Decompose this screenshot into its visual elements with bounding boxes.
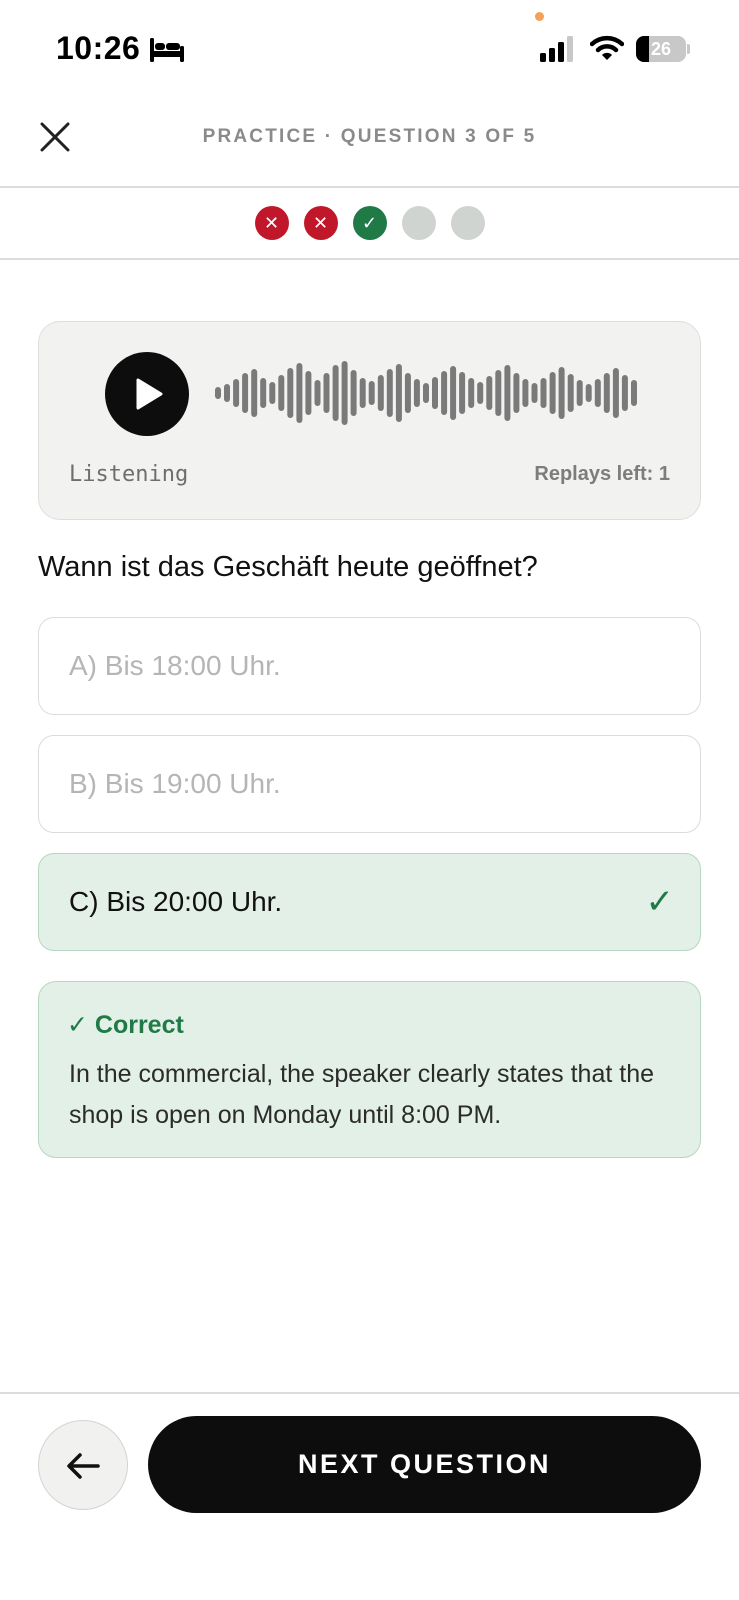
waveform-bar xyxy=(323,373,330,413)
waveform-bar xyxy=(486,376,493,410)
answer-option-label: C) Bis 20:00 Uhr. xyxy=(69,886,283,917)
waveform-bar xyxy=(495,370,502,416)
footer-divider xyxy=(0,1392,739,1394)
privacy-indicator-dot xyxy=(535,12,544,21)
page-title: PRACTICE · QUESTION 3 OF 5 xyxy=(202,126,537,147)
waveform-bar xyxy=(233,379,240,407)
progress-dot-4 xyxy=(401,206,436,240)
waveform-bar xyxy=(296,363,303,423)
status-time: 10:26 xyxy=(56,30,141,66)
waveform-bar xyxy=(404,373,411,413)
answer-option-a[interactable]: A) Bis 18:00 Uhr. xyxy=(38,617,701,715)
waveform-bar xyxy=(432,377,438,409)
answer-option-label: B) Bis 19:00 Uhr. xyxy=(69,768,281,799)
waveform-bar xyxy=(558,367,565,419)
cellular-signal-icon xyxy=(540,36,573,62)
progress-dot-5 xyxy=(450,206,485,240)
status-bar: 10:26 26 xyxy=(0,0,739,96)
waveform-bar xyxy=(531,383,538,403)
replays-left-label: Replays left: 1 xyxy=(534,463,670,485)
waveform-bar xyxy=(305,371,312,415)
waveform-bar xyxy=(413,379,420,407)
waveform-bar xyxy=(594,379,601,407)
waveform-bar xyxy=(423,383,429,403)
waveform-bar xyxy=(549,372,556,414)
waveform-bar xyxy=(603,373,610,413)
waveform-bar xyxy=(278,375,285,411)
waveform-bar xyxy=(513,373,520,413)
waveform-bar xyxy=(251,369,258,417)
progress-dots: ✕ ✕ ✓ xyxy=(0,188,739,260)
waveform-bar xyxy=(260,378,267,408)
checkmark-icon: ✓ xyxy=(645,883,675,921)
waveform-bar xyxy=(459,372,466,414)
feedback-title: ✓ Correct xyxy=(67,1011,184,1039)
arrow-left-icon xyxy=(67,1453,100,1479)
waveform-bar xyxy=(377,375,384,411)
waveform-bar xyxy=(612,368,619,418)
header: PRACTICE · QUESTION 3 OF 5 xyxy=(0,96,739,188)
waveform-bar xyxy=(269,382,276,404)
sleep-bed-icon xyxy=(150,38,184,62)
waveform-bar xyxy=(441,371,448,415)
waveform-bar xyxy=(224,384,230,402)
waveform-bar xyxy=(540,378,547,408)
waveform-bar xyxy=(585,384,592,402)
question-text: Wann ist das Geschäft heute geöffnet? xyxy=(38,551,538,583)
next-question-button[interactable]: NEXT QUESTION xyxy=(148,1416,701,1513)
waveform-bar xyxy=(332,365,339,421)
listening-status: Listening xyxy=(69,462,189,487)
waveform-bar xyxy=(287,368,294,418)
waveform-bar xyxy=(395,364,402,422)
waveform-bar xyxy=(350,370,357,416)
waveform-bar xyxy=(504,365,511,421)
waveform-bar xyxy=(242,373,249,413)
waveform-bar xyxy=(468,378,475,408)
answer-option-c[interactable]: C) Bis 20:00 Uhr. ✓ xyxy=(38,853,701,951)
waveform-bar xyxy=(567,374,574,412)
waveform-bar xyxy=(621,375,628,411)
feedback-explanation: In the commercial, the speaker clearly s… xyxy=(69,1060,654,1129)
battery-level: 26 xyxy=(650,39,672,59)
waveform-bar xyxy=(477,382,484,404)
audio-player-card: Listening Replays left: 1 xyxy=(38,321,701,520)
waveform-bar xyxy=(576,380,583,406)
waveform-bar xyxy=(314,380,321,406)
audio-waveform xyxy=(215,361,637,425)
answer-option-label: A) Bis 18:00 Uhr. xyxy=(69,650,281,681)
waveform-bar xyxy=(450,366,457,420)
feedback-card: ✓ Correct In the commercial, the speaker… xyxy=(38,981,701,1158)
battery-icon: 26 xyxy=(636,36,690,62)
waveform-bar xyxy=(341,361,348,425)
play-button[interactable] xyxy=(105,352,189,436)
waveform-bar xyxy=(386,369,393,417)
play-icon xyxy=(136,378,163,410)
back-button[interactable] xyxy=(38,1420,128,1510)
progress-dot-3: ✓ xyxy=(352,206,387,240)
waveform-bar xyxy=(368,381,375,405)
progress-dot-1: ✕ xyxy=(254,206,289,240)
waveform-bar xyxy=(215,387,221,399)
progress-dot-2: ✕ xyxy=(303,206,338,240)
waveform-bar xyxy=(359,378,366,408)
answer-option-b[interactable]: B) Bis 19:00 Uhr. xyxy=(38,735,701,833)
wifi-icon xyxy=(590,35,624,60)
waveform-bar xyxy=(522,379,529,407)
waveform-bar xyxy=(631,380,637,406)
